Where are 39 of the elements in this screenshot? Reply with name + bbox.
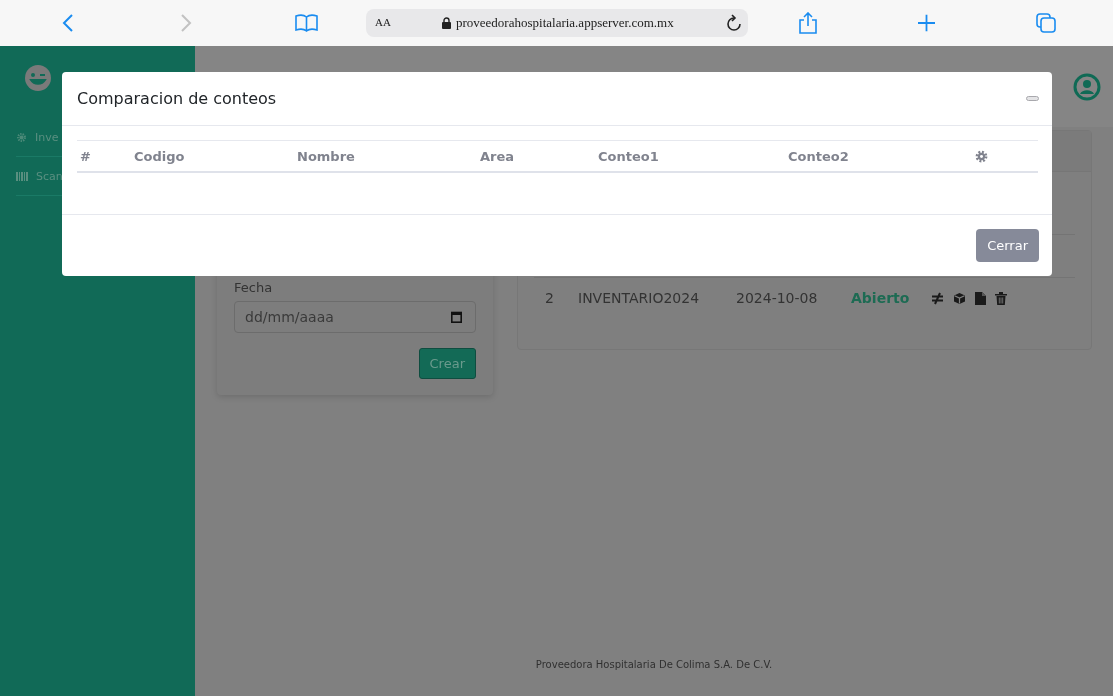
column-header: Conteo1 — [597, 148, 660, 164]
reload-icon[interactable] — [726, 14, 742, 32]
column-header: Conteo2 — [787, 148, 850, 164]
row-number: 2 — [545, 290, 555, 306]
column-header: # — [79, 148, 92, 164]
back-icon[interactable] — [62, 14, 74, 32]
book-icon[interactable] — [295, 14, 318, 32]
modal-title: Comparacion de conteos — [77, 89, 277, 108]
user-icon[interactable] — [1073, 72, 1101, 101]
gear-icon — [16, 131, 27, 143]
sidebar-item[interactable]: Inve — [35, 130, 59, 144]
minimize-icon[interactable] — [1026, 96, 1039, 101]
tabs-icon[interactable] — [1036, 13, 1056, 33]
column-header: Nombre — [296, 148, 356, 164]
create-button[interactable]: Crear — [418, 348, 476, 379]
not-equal-icon[interactable] — [931, 291, 944, 305]
settings-icon[interactable] — [975, 149, 988, 163]
url-text: proveedorahospitalaria.appserver.com.mx — [456, 15, 674, 31]
inventory-date: 2024-10-08 — [736, 290, 819, 306]
address-bar[interactable]: AA proveedorahospitalaria.appserver.com.mx — [366, 9, 748, 37]
lock-icon — [442, 17, 451, 29]
trash-icon[interactable] — [995, 291, 1007, 305]
document-icon[interactable] — [975, 291, 986, 305]
share-icon[interactable] — [799, 12, 817, 34]
field-label: Fecha — [234, 280, 274, 295]
barcode-icon — [16, 171, 28, 181]
status-text: Abierto — [851, 290, 911, 306]
cube-icon[interactable] — [953, 291, 966, 305]
column-header: Codigo — [133, 148, 186, 164]
text-size-button[interactable]: AA — [375, 16, 391, 28]
inventory-name: INVENTARIO2024 — [578, 290, 701, 306]
forward-icon[interactable] — [180, 14, 192, 32]
plus-icon[interactable] — [918, 14, 935, 32]
sidebar-item[interactable]: Scan — [36, 169, 63, 183]
close-button[interactable]: Cerrar — [976, 229, 1039, 262]
column-header: Area — [479, 148, 516, 164]
date-field[interactable]: dd/mm/aaaa — [234, 301, 476, 333]
footer-text: Proveedora Hospitalaria De Colima S.A. De C.V. — [535, 658, 773, 670]
calendar-icon[interactable] — [451, 311, 462, 323]
